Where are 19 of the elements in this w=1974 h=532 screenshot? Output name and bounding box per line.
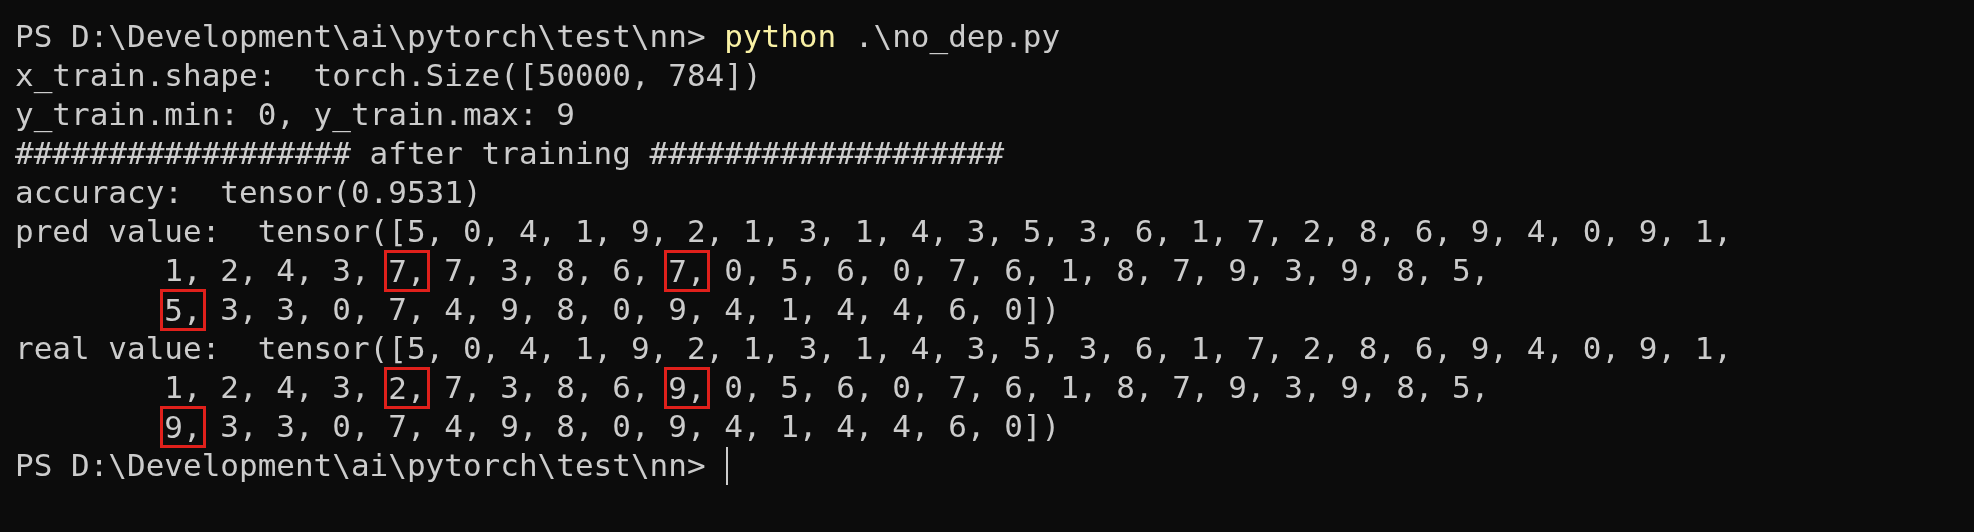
- terminal-text: accuracy: tensor(0.9531): [15, 173, 482, 212]
- terminal-text: 1, 2, 4, 3,: [163, 251, 371, 290]
- terminal-text: 1, 2, 4, 3,: [163, 368, 371, 407]
- terminal-text: PS D:\Development\ai\pytorch\test\nn>: [15, 446, 707, 485]
- command-text: python: [724, 17, 837, 56]
- terminal-text: 3, 3, 0, 7, 4, 9, 8, 0, 9, 4, 1, 4, 4, 6, 0]): [219, 290, 1061, 329]
- terminal-text: real value: tensor([5, 0, 4, 1, 9, 2, 1, 3, 1, 4, 3, 5, 3, 6, 1, 7, 2, 8, 6, 9, 4, 0, 9, 1,: [15, 329, 1733, 368]
- terminal-text: .\no_dep.py: [853, 17, 1061, 56]
- terminal-text: 3, 3, 0, 7, 4, 9, 8, 0, 9, 4, 1, 4, 4, 6, 0]): [219, 407, 1061, 446]
- terminal-text: pred value: tensor([5, 0, 4, 1, 9, 2, 1, 3, 1, 4, 3, 5, 3, 6, 1, 7, 2, 8, 6, 9, 4, 0, 9, 1,: [15, 212, 1733, 251]
- terminal-text: y_train.min: 0, y_train.max: 9: [15, 95, 575, 134]
- terminal-text: x_train.shape: torch.Size([50000, 784]): [15, 56, 762, 95]
- terminal-text: PS D:\Development\ai\pytorch\test\nn>: [15, 17, 707, 56]
- terminal-text: 7, 3, 8, 6,: [443, 251, 651, 290]
- text-cursor: [726, 446, 729, 485]
- terminal-text: 0, 5, 6, 0, 7, 6, 1, 8, 7, 9, 3, 9, 8, 5,: [723, 368, 1490, 407]
- terminal-text: 0, 5, 6, 0, 7, 6, 1, 8, 7, 9, 3, 9, 8, 5,: [723, 251, 1490, 290]
- terminal-text: 7, 3, 8, 6,: [443, 368, 651, 407]
- terminal-text: ################## after training ###################: [15, 134, 1005, 173]
